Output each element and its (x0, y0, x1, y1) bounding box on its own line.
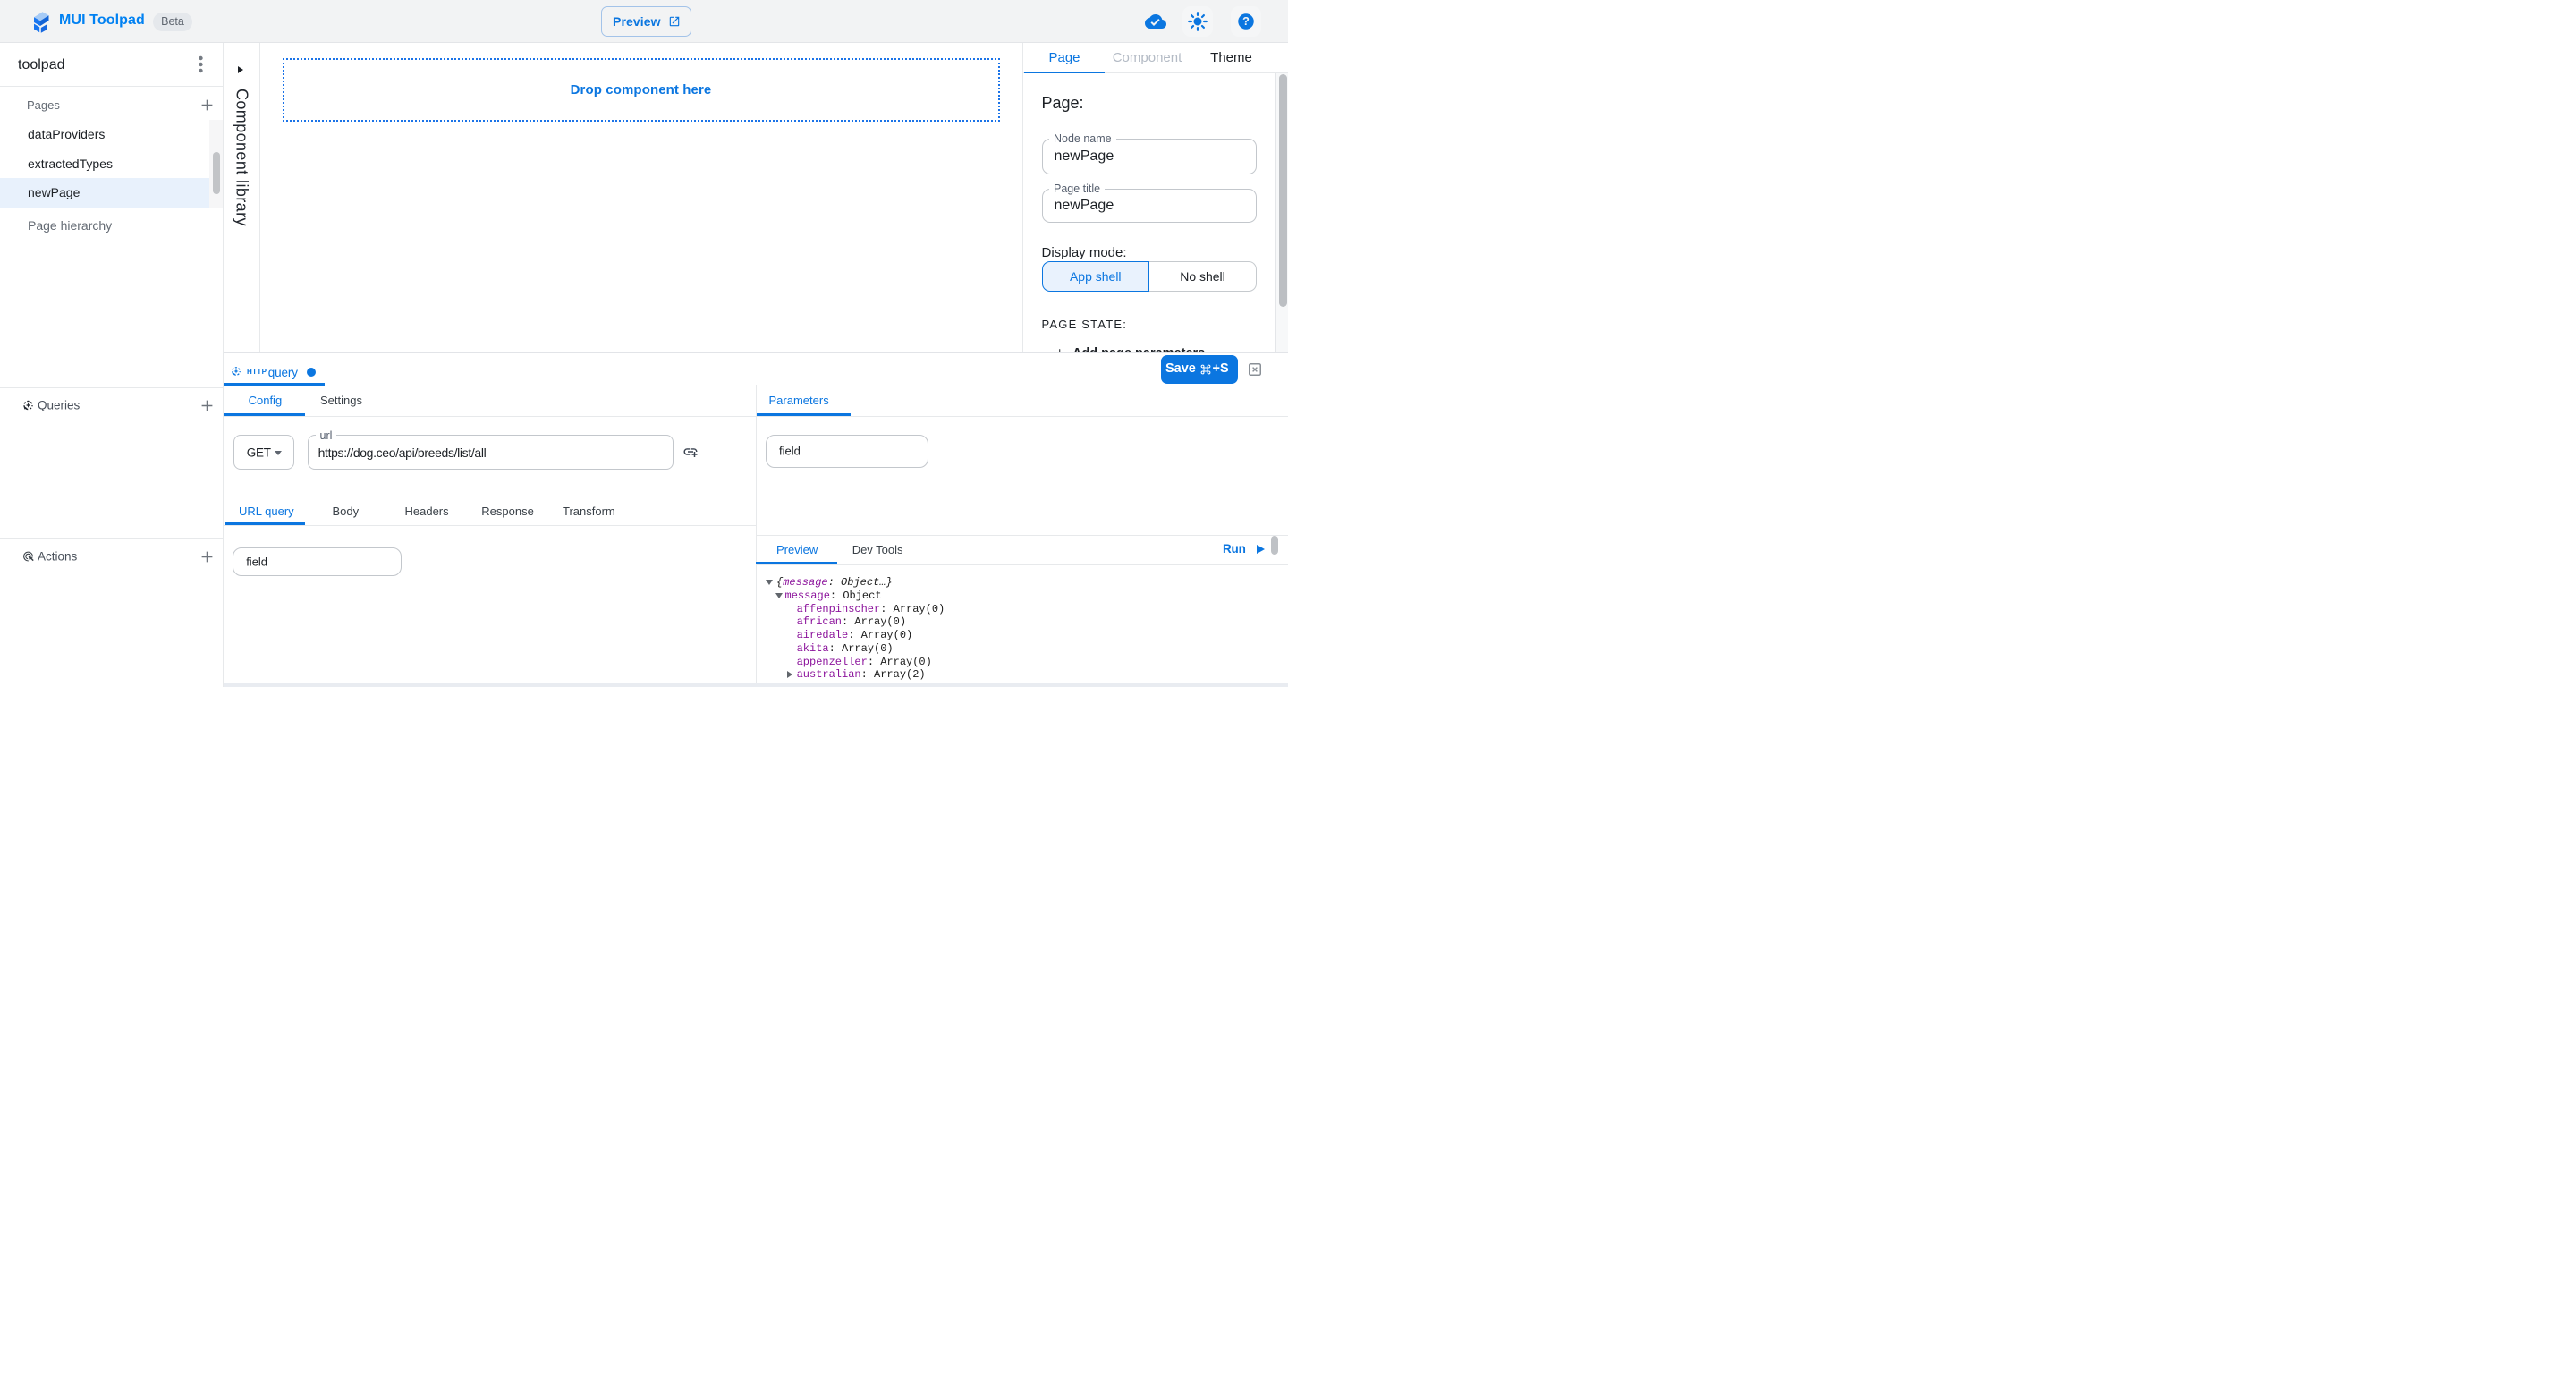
svg-text:?: ? (1242, 15, 1250, 28)
